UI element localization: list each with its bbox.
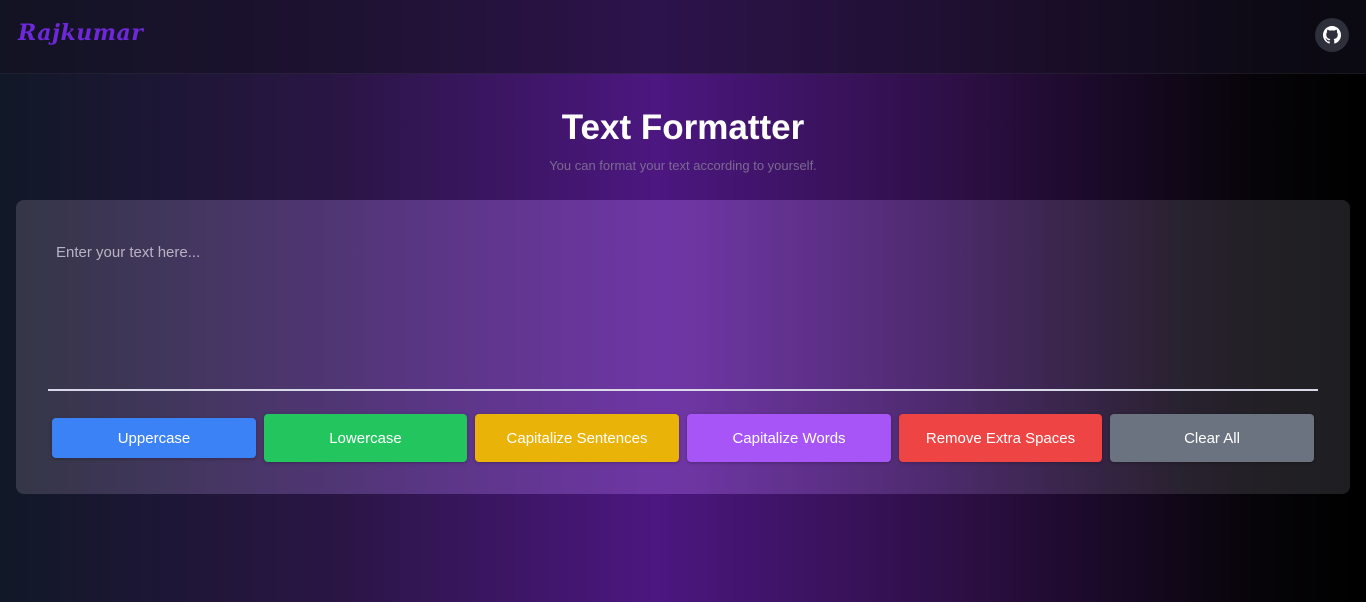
capitalize-sentences-button[interactable]: Capitalize Sentences <box>475 414 679 462</box>
uppercase-button[interactable]: Uppercase <box>52 418 256 458</box>
text-input[interactable] <box>48 230 1318 391</box>
lowercase-button[interactable]: Lowercase <box>264 414 467 462</box>
page-subtitle: You can format your text according to yo… <box>549 158 817 173</box>
capitalize-words-button[interactable]: Capitalize Words <box>687 414 891 462</box>
github-button[interactable] <box>1315 18 1349 52</box>
navbar: Rajkumar <box>0 0 1366 74</box>
brand-logo[interactable]: Rajkumar <box>18 20 143 46</box>
remove-extra-spaces-button[interactable]: Remove Extra Spaces <box>899 414 1102 462</box>
page-title: Text Formatter <box>561 108 805 147</box>
github-icon <box>1323 26 1341 44</box>
clear-all-button[interactable]: Clear All <box>1110 414 1314 462</box>
